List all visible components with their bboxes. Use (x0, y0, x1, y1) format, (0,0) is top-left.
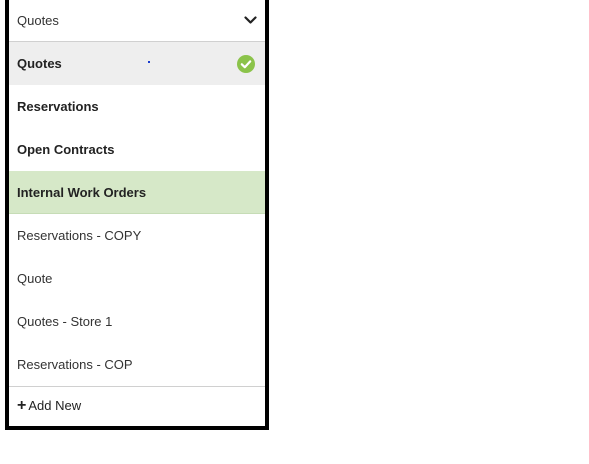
list-item-reservations-copy[interactable]: Reservations - COPY (9, 214, 265, 257)
list-item-label: Reservations - COP (17, 357, 133, 372)
list-item-quote[interactable]: Quote (9, 257, 265, 300)
dropdown-panel: Quotes Quotes Reservations Open Contract… (5, 0, 269, 430)
list-item-label: Quotes (17, 56, 62, 71)
list-item-label: Reservations (17, 99, 99, 114)
list-item-reservations[interactable]: Reservations (9, 85, 265, 128)
list-item-quotes-store-1[interactable]: Quotes - Store 1 (9, 300, 265, 343)
view-select[interactable]: Quotes (9, 0, 265, 42)
view-select-value: Quotes (17, 13, 59, 28)
list-item-internal-work-orders[interactable]: Internal Work Orders (9, 171, 265, 214)
list-item-label: Internal Work Orders (17, 184, 147, 200)
chevron-down-icon[interactable] (243, 14, 257, 28)
check-circle-icon (237, 54, 255, 73)
list-item-open-contracts[interactable]: Open Contracts (9, 128, 265, 171)
cursor-dot (148, 61, 150, 63)
view-list: Quotes Reservations Open Contracts Inter… (9, 42, 265, 386)
list-item-label: Open Contracts (17, 142, 115, 157)
list-item-label: Reservations - COPY (17, 228, 142, 243)
list-item-label: Quote (17, 271, 53, 286)
list-item-reservations-cop[interactable]: Reservations - COP (9, 343, 265, 386)
list-item-label: Quotes - Store 1 (17, 314, 113, 329)
plus-icon: + (17, 396, 27, 414)
add-new-button[interactable]: + Add New (9, 386, 265, 424)
list-item-quotes[interactable]: Quotes (9, 42, 265, 85)
add-new-label: Add New (28, 398, 82, 413)
